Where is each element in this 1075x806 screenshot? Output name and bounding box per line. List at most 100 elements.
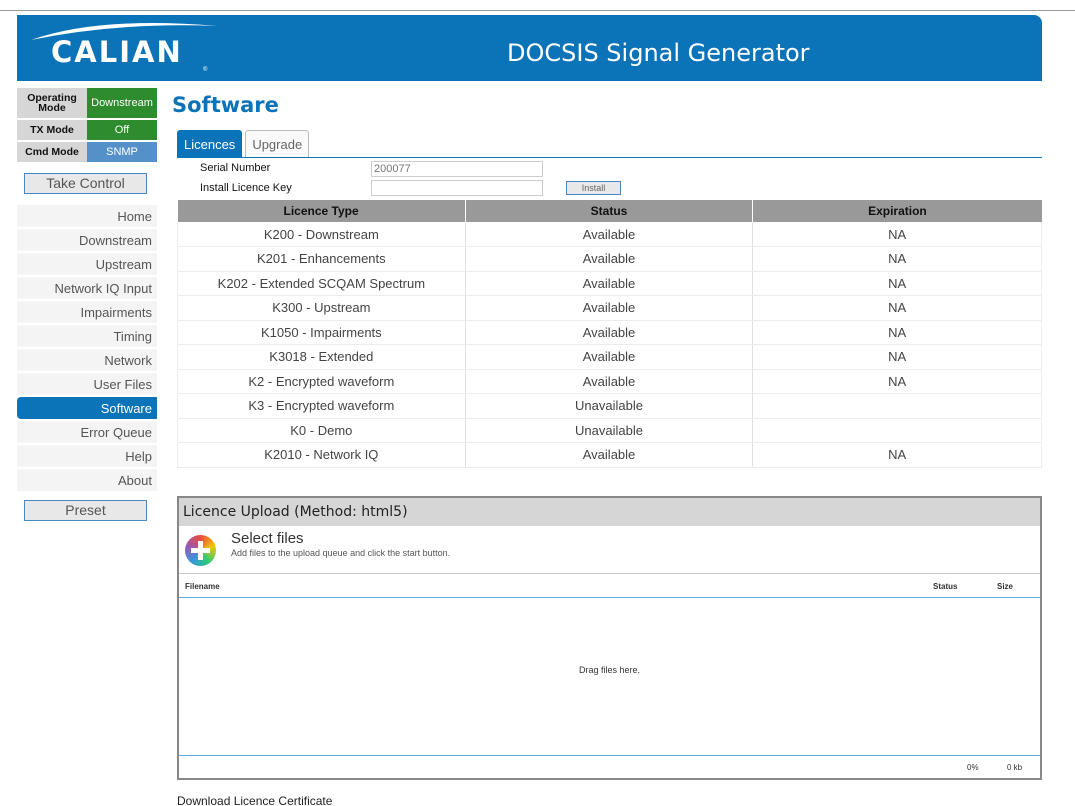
licence-table-header: Licence Type Status Expiration: [177, 200, 1042, 222]
sidebar-item-software[interactable]: Software: [17, 397, 157, 419]
sidebar-item-network-iq-input[interactable]: Network IQ Input: [17, 277, 157, 299]
download-licence-certificate-link[interactable]: Download Licence Certificate: [177, 794, 332, 806]
sidebar-item-error-queue[interactable]: Error Queue: [17, 421, 157, 443]
upload-totals: 0% 0 kb: [179, 756, 1040, 778]
select-files-row[interactable]: Select files Add files to the upload que…: [179, 526, 1040, 574]
select-files-hint: Add files to the upload queue and click …: [231, 548, 451, 558]
status-value: SNMP: [87, 142, 157, 162]
logo: CALIAN: [51, 35, 183, 69]
expiration-cell: NA: [752, 369, 1042, 394]
select-files-button[interactable]: Select files: [231, 530, 304, 547]
status-cell: Available: [465, 320, 754, 345]
sidebar-item-impairments[interactable]: Impairments: [17, 301, 157, 323]
sidebar-item-help[interactable]: Help: [17, 445, 157, 467]
table-row: K200 - Downstream Available NA: [177, 222, 1042, 247]
app-header: CALIAN ® DOCSIS Signal Generator: [17, 15, 1042, 81]
sidebar-nav: Home Downstream Upstream Network IQ Inpu…: [17, 205, 157, 493]
status-row-cmd-mode: Cmd Mode SNMP: [17, 142, 157, 162]
drop-zone-text: Drag files here.: [578, 665, 641, 675]
licence-upload-panel: Licence Upload (Method: html5) Select fi…: [177, 496, 1042, 780]
status-label: Operating Mode: [17, 88, 87, 118]
sidebar-item-about[interactable]: About: [17, 469, 157, 491]
install-licence-key-label: Install Licence Key: [200, 182, 292, 194]
status-label: Cmd Mode: [17, 142, 87, 162]
status-cell: Available: [465, 246, 754, 272]
table-row: K1050 - Impairments Available NA: [177, 320, 1042, 345]
column-header-expiration: Expiration: [752, 200, 1042, 222]
sidebar-item-upstream[interactable]: Upstream: [17, 253, 157, 275]
licence-type-cell: K2010 - Network IQ: [177, 442, 466, 468]
expiration-cell: NA: [752, 344, 1042, 370]
top-rule: [0, 10, 1075, 11]
table-row: K2010 - Network IQ Available NA: [177, 442, 1042, 468]
status-label: TX Mode: [17, 120, 87, 140]
tab-upgrade[interactable]: Upgrade: [245, 130, 310, 157]
tab-licences[interactable]: Licences: [177, 130, 243, 157]
status-cell: Available: [465, 222, 754, 247]
licence-type-cell: K300 - Upstream: [177, 295, 466, 321]
page-title: Software: [172, 93, 279, 117]
install-button[interactable]: Install: [566, 181, 621, 195]
licence-type-cell: K202 - Extended SCQAM Spectrum: [177, 271, 466, 296]
status-cell: Available: [465, 442, 754, 468]
tab-divider: [177, 157, 1042, 158]
status-cell: Unavailable: [465, 393, 754, 419]
serial-number-field[interactable]: [371, 161, 543, 177]
column-header-status: Status: [933, 582, 958, 591]
app-title: DOCSIS Signal Generator: [507, 39, 810, 67]
table-row: K0 - Demo Unavailable: [177, 418, 1042, 443]
licence-type-cell: K1050 - Impairments: [177, 320, 466, 345]
licence-type-cell: K2 - Encrypted waveform: [177, 369, 466, 394]
status-cell: Available: [465, 295, 754, 321]
sidebar-item-downstream[interactable]: Downstream: [17, 229, 157, 251]
licence-key-input[interactable]: [371, 180, 543, 196]
sidebar-item-timing[interactable]: Timing: [17, 325, 157, 347]
licence-type-cell: K3018 - Extended: [177, 344, 466, 370]
status-cell: Available: [465, 271, 754, 296]
table-row: K3018 - Extended Available NA: [177, 344, 1042, 370]
licence-type-cell: K200 - Downstream: [177, 222, 466, 247]
tab-bar: Licences Upgrade: [177, 130, 312, 157]
expiration-cell: NA: [752, 271, 1042, 296]
upload-list-header: Filename Status Size: [179, 574, 1040, 598]
upload-panel-title: Licence Upload (Method: html5): [179, 498, 1040, 526]
sidebar-item-network[interactable]: Network: [17, 349, 157, 371]
column-header-filename: Filename: [185, 582, 220, 591]
sidebar-item-home[interactable]: Home: [17, 205, 157, 227]
status-row-tx-mode: TX Mode Off: [17, 120, 157, 140]
total-percent: 0%: [967, 763, 979, 772]
licence-type-cell: K3 - Encrypted waveform: [177, 393, 466, 419]
total-size: 0 kb: [1007, 763, 1023, 772]
expiration-cell: [752, 393, 1042, 419]
table-row: K2 - Encrypted waveform Available NA: [177, 369, 1042, 394]
add-files-icon[interactable]: [185, 535, 216, 566]
expiration-cell: NA: [752, 246, 1042, 272]
take-control-button[interactable]: Take Control: [24, 173, 147, 194]
status-panel: Operating Mode Downstream TX Mode Off Cm…: [17, 88, 157, 164]
sidebar-item-user-files[interactable]: User Files: [17, 373, 157, 395]
status-cell: Unavailable: [465, 418, 754, 443]
file-drop-zone[interactable]: Drag files here.: [179, 598, 1040, 756]
status-cell: Available: [465, 369, 754, 394]
expiration-cell: NA: [752, 442, 1042, 468]
table-row: K3 - Encrypted waveform Unavailable: [177, 393, 1042, 419]
expiration-cell: NA: [752, 222, 1042, 247]
serial-number-label: Serial Number: [200, 162, 271, 174]
licence-type-cell: K0 - Demo: [177, 418, 466, 443]
licence-type-cell: K201 - Enhancements: [177, 246, 466, 272]
status-cell: Available: [465, 344, 754, 370]
column-header-size: Size: [997, 582, 1014, 591]
expiration-cell: NA: [752, 320, 1042, 345]
table-row: K201 - Enhancements Available NA: [177, 246, 1042, 272]
expiration-cell: NA: [752, 295, 1042, 321]
licence-table: Licence Type Status Expiration K200 - Do…: [177, 200, 1042, 468]
table-row: K300 - Upstream Available NA: [177, 295, 1042, 321]
column-header-status: Status: [465, 200, 754, 222]
table-row: K202 - Extended SCQAM Spectrum Available…: [177, 271, 1042, 296]
preset-button[interactable]: Preset: [24, 500, 147, 521]
expiration-cell: [752, 418, 1042, 443]
status-value: Off: [87, 120, 157, 140]
logo-registered-mark: ®: [203, 67, 208, 73]
status-row-operating-mode: Operating Mode Downstream: [17, 88, 157, 118]
status-value: Downstream: [87, 88, 157, 118]
